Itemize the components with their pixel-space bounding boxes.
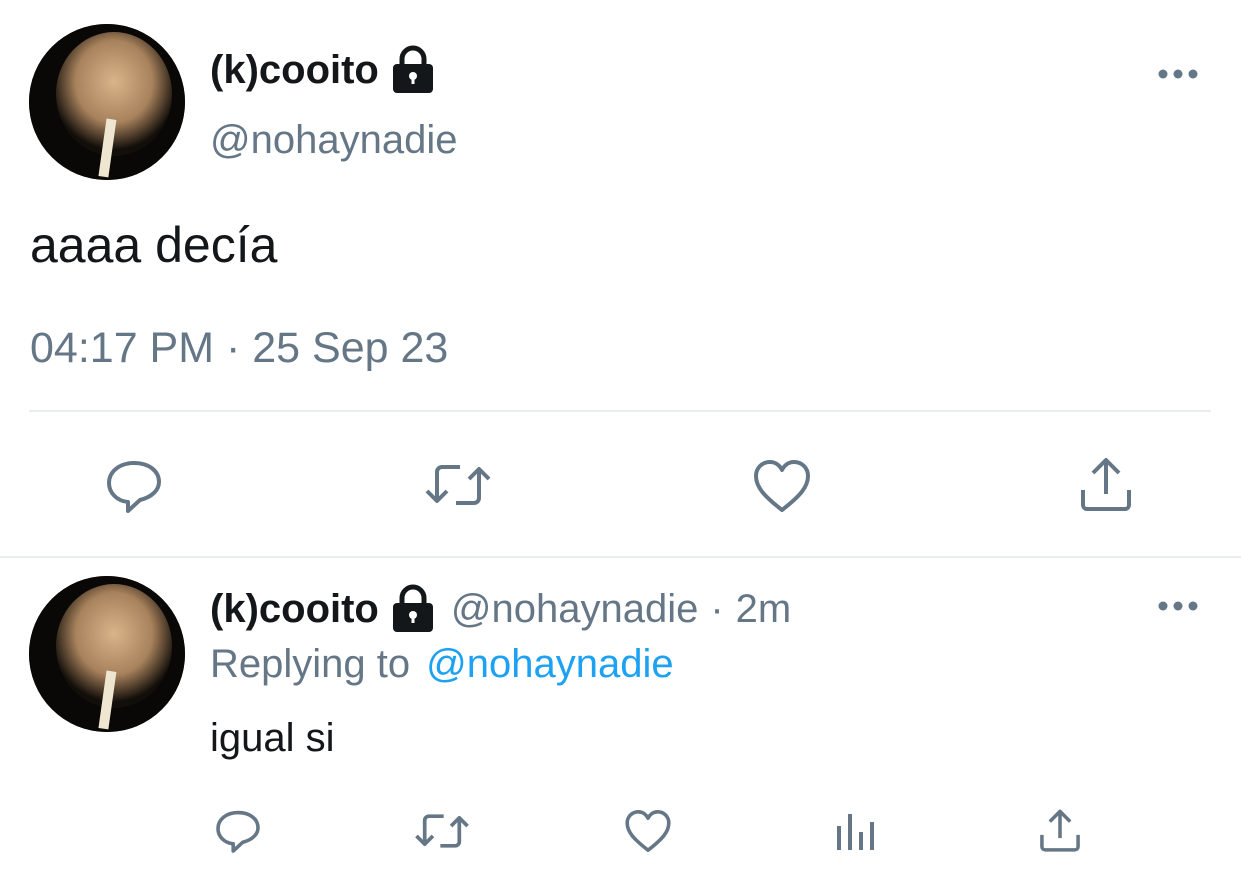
more-icon[interactable]	[1156, 598, 1200, 619]
timestamp[interactable]: 04:17 PM · 25 Sep 23	[30, 324, 448, 373]
like-icon[interactable]	[752, 458, 812, 514]
replying-to-handle[interactable]: @nohaynadie	[426, 642, 673, 687]
divider	[29, 410, 1211, 412]
relative-time[interactable]: 2m	[736, 587, 792, 632]
replying-to-label: Replying to	[210, 642, 411, 686]
more-icon[interactable]	[1156, 66, 1200, 87]
reply-icon[interactable]	[214, 808, 262, 854]
avatar[interactable]	[29, 576, 185, 732]
tweet-text: aaaa decía	[30, 217, 278, 273]
retweet-icon[interactable]	[424, 460, 492, 510]
reply-icon[interactable]	[104, 458, 164, 514]
lock-icon	[391, 45, 435, 95]
display-name[interactable]: (k)cooito	[210, 587, 379, 632]
share-icon[interactable]	[1038, 808, 1082, 854]
divider	[0, 556, 1241, 558]
reply-text: igual si	[210, 716, 335, 760]
like-icon[interactable]	[624, 808, 672, 854]
handle[interactable]: @nohaynadie	[451, 587, 698, 632]
lock-icon	[391, 584, 435, 634]
avatar[interactable]	[29, 24, 185, 180]
separator: ·	[710, 586, 724, 631]
analytics-icon[interactable]	[834, 812, 876, 852]
retweet-icon[interactable]	[414, 810, 470, 852]
share-icon[interactable]	[1078, 456, 1134, 514]
display-name[interactable]: (k)cooito	[210, 48, 379, 93]
handle[interactable]: @nohaynadie	[210, 118, 457, 163]
